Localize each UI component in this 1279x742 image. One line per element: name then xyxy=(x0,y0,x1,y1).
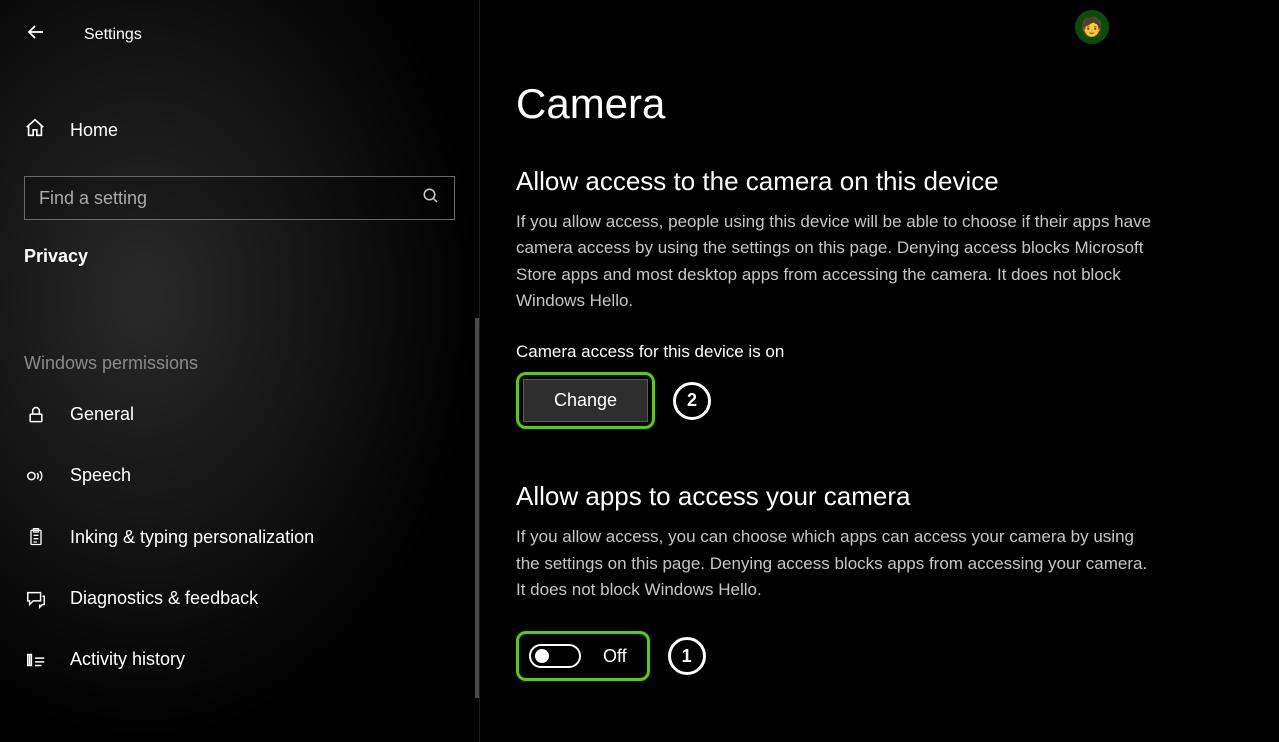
home-nav-item[interactable]: Home xyxy=(0,103,479,158)
home-icon xyxy=(24,117,46,144)
sidebar-item-label: Diagnostics & feedback xyxy=(70,588,258,609)
step-badge-2: 2 xyxy=(673,382,711,420)
sidebar-item-label: Inking & typing personalization xyxy=(70,527,314,548)
feedback-icon xyxy=(24,589,48,609)
sidebar-scrollbar[interactable] xyxy=(475,318,479,698)
section-allow-apps-desc: If you allow access, you can choose whic… xyxy=(516,524,1156,603)
search-input[interactable] xyxy=(39,188,422,209)
back-arrow-icon[interactable] xyxy=(24,20,48,49)
sidebar-section-label: Windows permissions xyxy=(0,353,479,374)
sidebar-item-activity[interactable]: Activity history xyxy=(0,629,479,690)
sidebar-item-label: Speech xyxy=(70,465,131,486)
search-icon[interactable] xyxy=(422,187,440,210)
section-allow-apps-title: Allow apps to access your camera xyxy=(516,481,1239,512)
apps-toggle-highlight: Off xyxy=(516,631,650,681)
search-box[interactable] xyxy=(24,176,455,220)
activity-icon xyxy=(24,650,48,670)
window-title: Settings xyxy=(84,26,142,44)
sidebar-header: Settings xyxy=(0,14,479,73)
change-button[interactable]: Change xyxy=(523,379,648,422)
speech-icon xyxy=(24,466,48,486)
change-highlight: Change xyxy=(516,372,655,429)
step-badge-1: 1 xyxy=(668,637,706,675)
section-allow-device-title: Allow access to the camera on this devic… xyxy=(516,166,1239,197)
sidebar-item-speech[interactable]: Speech xyxy=(0,445,479,506)
main-content: 🧑 Camera Allow access to the camera on t… xyxy=(480,0,1279,742)
apps-toggle-state: Off xyxy=(603,646,627,667)
privacy-heading: Privacy xyxy=(0,220,479,267)
sidebar-item-inking[interactable]: Inking & typing personalization xyxy=(0,506,479,568)
sidebar-item-label: General xyxy=(70,404,134,425)
change-row: Change 2 xyxy=(516,372,1239,429)
sidebar-item-diagnostics[interactable]: Diagnostics & feedback xyxy=(0,568,479,629)
section-allow-device-desc: If you allow access, people using this d… xyxy=(516,209,1156,314)
toggle-knob xyxy=(535,649,549,663)
sidebar: Settings Home Privacy Windows permission… xyxy=(0,0,480,742)
sidebar-item-label: Activity history xyxy=(70,649,185,670)
apps-access-toggle[interactable] xyxy=(529,644,581,668)
user-avatar[interactable]: 🧑 xyxy=(1075,10,1109,44)
page-title: Camera xyxy=(516,80,1239,128)
lock-icon xyxy=(24,405,48,425)
home-label: Home xyxy=(70,120,118,141)
sidebar-item-general[interactable]: General xyxy=(0,384,479,445)
apps-toggle-row: Off 1 xyxy=(516,631,1239,681)
clipboard-icon xyxy=(24,526,48,548)
camera-access-status: Camera access for this device is on xyxy=(516,342,1239,362)
